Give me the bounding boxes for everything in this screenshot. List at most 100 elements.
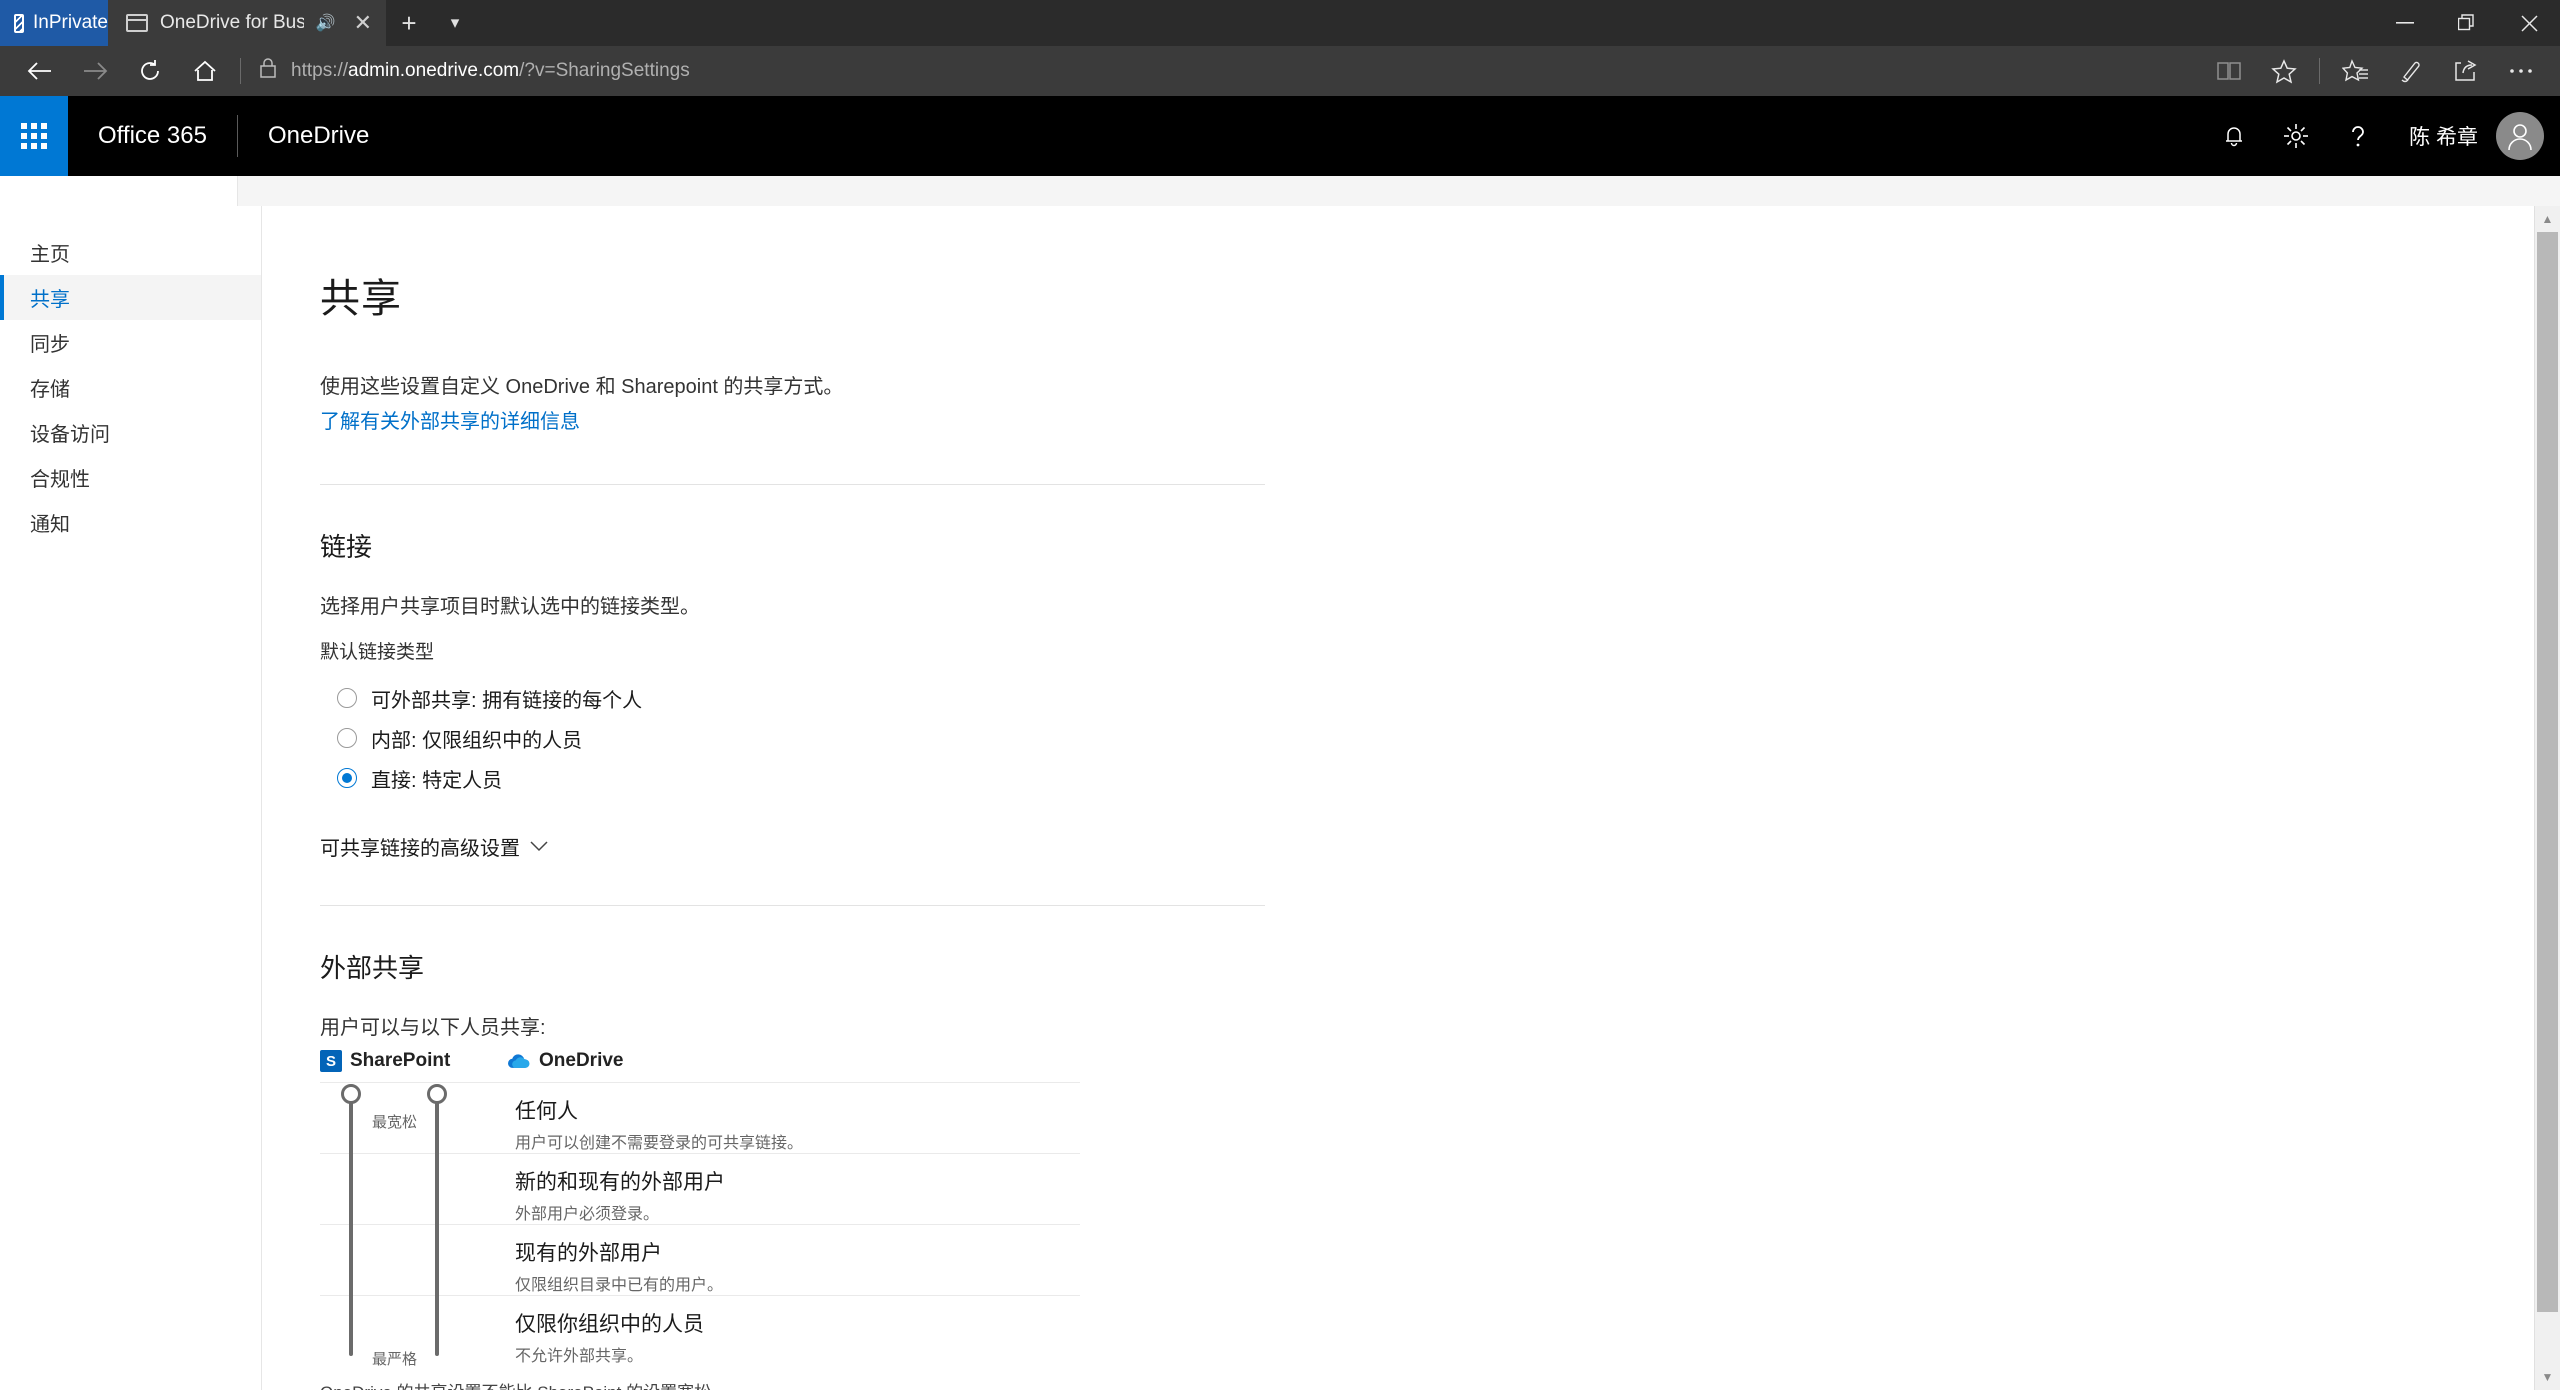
tab-title: OneDrive for Business	[160, 12, 304, 33]
radio-option-external[interactable]: 可外部共享: 拥有链接的每个人	[337, 678, 1542, 718]
back-button[interactable]	[12, 46, 67, 96]
external-sharing-levels-table: 最宽松 任何人 用户可以创建不需要登录的可共享链接。 新的和现有的外部用户 外部…	[320, 1082, 1080, 1368]
provider-headers: S SharePoint OneDrive	[320, 1050, 1542, 1072]
sharing-level-row[interactable]: 最严格 仅限你组织中的人员 不允许外部共享。	[320, 1295, 1080, 1368]
hub-icon[interactable]	[2328, 46, 2383, 96]
page-title: 共享	[320, 277, 402, 321]
gear-icon[interactable]	[2265, 96, 2327, 176]
refresh-button[interactable]	[122, 46, 177, 96]
radio-option-direct[interactable]: 直接: 特定人员	[337, 758, 1542, 798]
padlock-icon	[259, 57, 277, 85]
links-section-description: 选择用户共享项目时默认选中的链接类型。	[320, 596, 700, 618]
browser-tab[interactable]: OneDrive for Business 🔊 ✕	[108, 0, 386, 46]
external-sharing-section: 外部共享 用户可以与以下人员共享: S SharePoint OneDrive	[320, 948, 1542, 1390]
scrollbar-up-arrow[interactable]: ▲	[2535, 206, 2560, 232]
suite-brand[interactable]: Office 365	[68, 122, 237, 150]
scale-top-label: 最宽松	[372, 1114, 418, 1131]
shareable-links-advanced-settings-toggle[interactable]: 可共享链接的高级设置	[320, 832, 548, 861]
level-title: 任何人	[515, 1100, 578, 1123]
sharing-level-row[interactable]: 现有的外部用户 仅限组织目录中已有的用户。	[320, 1224, 1080, 1295]
radio-icon[interactable]	[337, 688, 357, 708]
level-text: 新的和现有的外部用户 外部用户必须登录。	[505, 1166, 725, 1224]
scrollbar-down-arrow[interactable]: ▼	[2535, 1364, 2560, 1390]
divider-1	[320, 484, 1265, 485]
tab-close-icon[interactable]: ✕	[348, 12, 378, 34]
sidebar-item-notifications[interactable]: 通知	[0, 500, 261, 545]
provider-sharepoint: S SharePoint	[320, 1050, 505, 1072]
learn-more-link[interactable]: 了解有关外部共享的详细信息	[320, 407, 580, 438]
user-avatar-icon	[2496, 112, 2544, 160]
browser-window: InPrivate OneDrive for Business 🔊 ✕ + ▾	[0, 0, 2560, 1390]
nav-divider	[240, 58, 241, 84]
scrollbar-thumb[interactable]	[2537, 232, 2558, 1312]
main-content: 共享 使用这些设置自定义 OneDrive 和 Sharepoint 的共享方式…	[262, 206, 2560, 1390]
vertical-scrollbar[interactable]: ▲ ▼	[2534, 206, 2560, 1390]
sharepoint-slider-handle[interactable]	[341, 1084, 361, 1104]
level-title: 现有的外部用户	[515, 1242, 662, 1265]
level-title: 仅限你组织中的人员	[515, 1313, 704, 1336]
app-launcher-icon	[21, 123, 47, 149]
sidebar-item-compliance[interactable]: 合规性	[0, 455, 261, 500]
external-sharing-title: 外部共享	[320, 953, 425, 983]
radio-icon[interactable]	[337, 728, 357, 748]
window-controls	[2374, 0, 2560, 46]
provider-onedrive: OneDrive	[505, 1050, 623, 1072]
window-restore-button[interactable]	[2436, 0, 2498, 46]
chevron-down-icon	[530, 835, 548, 858]
level-subtitle: 外部用户必须登录。	[515, 1206, 660, 1223]
sidebar-item-label: 通知	[30, 514, 70, 536]
sidebar-item-storage[interactable]: 存储	[0, 365, 261, 410]
inprivate-label: InPrivate	[33, 12, 108, 33]
sidebar-item-sync[interactable]: 同步	[0, 320, 261, 365]
level-subtitle: 用户可以创建不需要登录的可共享链接。	[515, 1135, 804, 1152]
address-bar[interactable]: https://admin.onedrive.com/?v=SharingSet…	[249, 46, 2201, 96]
divider-2	[320, 905, 1265, 906]
content-top-strip	[237, 176, 2560, 206]
forward-button[interactable]	[67, 46, 122, 96]
office365-suite-bar: Office 365 OneDrive 陈 希章	[0, 96, 2560, 176]
links-section-title: 链接	[320, 532, 373, 562]
browser-titlebar: InPrivate OneDrive for Business 🔊 ✕ + ▾	[0, 0, 2560, 46]
home-button[interactable]	[177, 46, 232, 96]
sidebar-item-label: 设备访问	[30, 424, 110, 446]
window-close-button[interactable]	[2498, 0, 2560, 46]
radio-icon-selected[interactable]	[337, 768, 357, 788]
radio-label: 可外部共享: 拥有链接的每个人	[371, 689, 643, 712]
inprivate-icon	[14, 13, 25, 33]
app-launcher-button[interactable]	[0, 96, 68, 176]
radio-label: 内部: 仅限组织中的人员	[371, 729, 583, 752]
favorite-star-icon[interactable]	[2256, 46, 2311, 96]
user-menu[interactable]: 陈 希章	[2389, 112, 2560, 160]
level-text: 任何人 用户可以创建不需要登录的可共享链接。	[505, 1095, 803, 1153]
new-tab-button[interactable]: +	[386, 0, 432, 46]
audio-muted-icon[interactable]: 🔊	[316, 13, 336, 33]
onedrive-slider-handle[interactable]	[427, 1084, 447, 1104]
admin-sidebar: 主页 共享 同步 存储 设备访问 合规性 通知	[0, 206, 262, 1390]
browser-toolbar	[2201, 46, 2548, 96]
window-minimize-button[interactable]	[2374, 0, 2436, 46]
web-note-icon[interactable]	[2383, 46, 2438, 96]
sidebar-item-sharing[interactable]: 共享	[0, 275, 261, 320]
external-sharing-description: 用户可以与以下人员共享:	[320, 1017, 546, 1039]
radio-option-internal[interactable]: 内部: 仅限组织中的人员	[337, 718, 1542, 758]
sharing-level-row[interactable]: 新的和现有的外部用户 外部用户必须登录。	[320, 1153, 1080, 1224]
tab-list-button[interactable]: ▾	[432, 0, 478, 46]
sidebar-item-label: 同步	[30, 334, 70, 356]
address-bar-host: admin.onedrive.com	[348, 60, 520, 81]
reading-view-icon[interactable]	[2201, 46, 2256, 96]
share-icon[interactable]	[2438, 46, 2493, 96]
sidebar-item-label: 存储	[30, 379, 70, 401]
suite-app-name[interactable]: OneDrive	[238, 122, 399, 150]
level-subtitle: 不允许外部共享。	[515, 1348, 644, 1365]
provider-label: SharePoint	[350, 1050, 451, 1071]
bell-icon[interactable]	[2203, 96, 2265, 176]
help-icon[interactable]	[2327, 96, 2389, 176]
sidebar-item-device-access[interactable]: 设备访问	[0, 410, 261, 455]
more-icon[interactable]	[2493, 46, 2548, 96]
sharing-constraint-note: OneDrive 的共享设置不能比 SharePoint 的设置宽松。	[320, 1378, 1542, 1390]
address-bar-url: https://admin.onedrive.com/?v=SharingSet…	[291, 60, 690, 81]
sidebar-item-home[interactable]: 主页	[0, 230, 261, 275]
intro-block: 使用这些设置自定义 OneDrive 和 Sharepoint 的共享方式。 了…	[320, 372, 1542, 438]
sidebar-item-label: 合规性	[30, 469, 90, 491]
sharepoint-icon: S	[320, 1050, 342, 1072]
